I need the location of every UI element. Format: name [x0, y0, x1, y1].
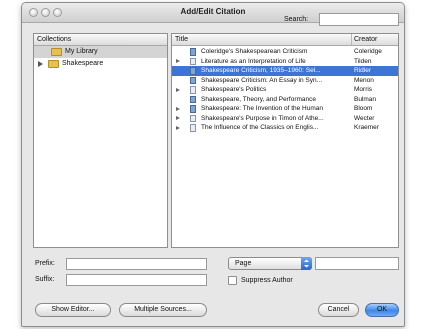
locator-selected-value: Page — [235, 260, 252, 267]
document-icon — [190, 124, 196, 132]
locator-select[interactable]: Page — [228, 257, 312, 270]
book-icon — [190, 48, 196, 56]
locator-field[interactable] — [315, 257, 399, 270]
items-pane: Title Creator Coleridge's Shakespearean … — [171, 33, 399, 248]
expand-triangle-icon[interactable] — [176, 87, 180, 92]
collection-my-library[interactable]: My Library — [34, 46, 167, 58]
expand-triangle-icon[interactable] — [176, 116, 180, 120]
table-row[interactable]: Shakespeare, Theory, and Performance Bul… — [172, 95, 398, 105]
creator-column-header[interactable]: Creator — [354, 34, 377, 45]
popup-arrows-icon — [301, 257, 312, 270]
document-icon — [190, 86, 196, 94]
table-row[interactable]: Shakespeare's Purpose in Timon of Athe..… — [172, 114, 398, 124]
prefix-label: Prefix: — [35, 260, 55, 267]
expand-triangle-icon[interactable] — [176, 125, 180, 130]
suffix-label: Suffix: — [35, 276, 55, 283]
ok-button[interactable]: OK — [365, 303, 399, 317]
book-icon — [190, 76, 196, 84]
search-input[interactable] — [319, 13, 399, 26]
collection-label: My Library — [65, 48, 98, 55]
items-header: Title Creator — [172, 34, 398, 46]
multiple-sources-button[interactable]: Multiple Sources... — [119, 303, 207, 317]
show-editor-button[interactable]: Show Editor... — [35, 303, 111, 317]
folder-icon — [51, 48, 62, 56]
suppress-author-checkbox[interactable] — [228, 276, 237, 285]
collection-label: Shakespeare — [62, 60, 104, 67]
collections-header: Collections — [34, 34, 167, 46]
column-divider — [351, 34, 352, 45]
disclosure-triangle-icon[interactable] — [38, 61, 43, 67]
add-edit-citation-dialog: Add/Edit Citation Search: Collections My… — [21, 2, 405, 327]
suppress-author-label: Suppress Author — [241, 277, 293, 284]
book-icon — [190, 67, 196, 75]
folder-icon — [48, 60, 59, 68]
document-icon — [190, 114, 196, 122]
cancel-button[interactable]: Cancel — [318, 303, 359, 317]
collection-shakespeare[interactable]: Shakespeare — [34, 58, 167, 70]
book-icon — [190, 105, 196, 113]
table-row[interactable]: The Influence of the Classics on Englis.… — [172, 123, 398, 133]
table-row[interactable]: Coleridge's Shakespearean Criticism Cole… — [172, 47, 398, 57]
collections-pane: Collections My Library Shakespeare — [33, 33, 168, 248]
table-row[interactable]: Literature as an Interpretation of Life … — [172, 57, 398, 67]
document-icon — [190, 57, 196, 65]
expand-triangle-icon[interactable] — [176, 59, 180, 63]
table-row[interactable]: Shakespeare: The Invention of the Human … — [172, 104, 398, 114]
prefix-field[interactable] — [66, 258, 207, 270]
table-row[interactable]: Shakespeare's Politics Morris — [172, 85, 398, 95]
book-icon — [190, 95, 196, 103]
search-label: Search: — [284, 16, 309, 23]
suffix-field[interactable] — [66, 274, 207, 286]
expand-triangle-icon[interactable] — [176, 106, 180, 111]
table-row-selected[interactable]: Shakespeare Criticism, 1935–1960: Sel...… — [172, 66, 398, 76]
items-list: Coleridge's Shakespearean Criticism Cole… — [172, 46, 398, 133]
table-row[interactable]: Shakespeare Criticism: An Essay in Syn..… — [172, 76, 398, 86]
title-column-header[interactable]: Title — [175, 34, 188, 45]
